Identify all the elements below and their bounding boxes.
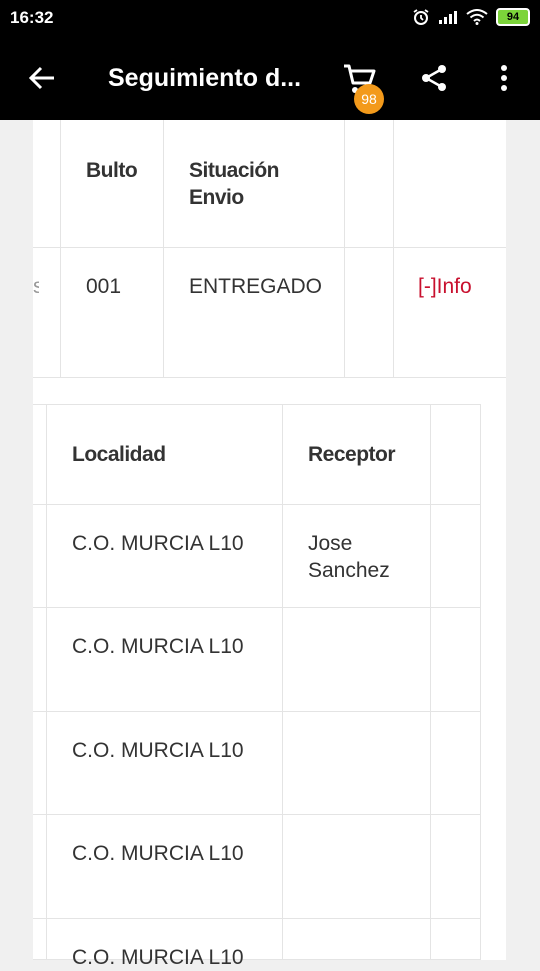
table-divider bbox=[282, 404, 283, 960]
table-divider bbox=[33, 918, 481, 919]
table-divider bbox=[393, 120, 394, 378]
cell-localidad: C.O. MURCIA L10 bbox=[72, 739, 244, 762]
page-title: Seguimiento d... bbox=[108, 64, 302, 92]
cell-situacion: ENTREGADO bbox=[189, 275, 323, 298]
status-icons: 94 bbox=[412, 8, 530, 26]
cell-localidad: C.O. MURCIA L10 bbox=[72, 635, 244, 658]
column-header-localidad: Localidad bbox=[72, 443, 166, 466]
column-header-situacion: Situación Envio bbox=[189, 159, 280, 209]
back-button[interactable] bbox=[22, 58, 62, 98]
table-divider bbox=[33, 247, 506, 248]
table-divider bbox=[430, 404, 431, 960]
alarm-icon bbox=[412, 8, 430, 26]
table-divider bbox=[163, 120, 164, 378]
table-divider bbox=[33, 607, 481, 608]
more-options-button[interactable] bbox=[484, 58, 524, 98]
table-divider bbox=[33, 377, 506, 378]
truncated-cell: s bbox=[33, 275, 39, 297]
signal-icon bbox=[438, 10, 458, 24]
table-divider bbox=[33, 504, 481, 505]
share-button[interactable] bbox=[414, 58, 454, 98]
cart-count-badge: 98 bbox=[354, 84, 384, 114]
cell-localidad: C.O. MURCIA L10 bbox=[72, 532, 244, 555]
cell-localidad: C.O. MURCIA L10 bbox=[72, 842, 244, 865]
share-icon bbox=[422, 65, 446, 91]
more-vert-icon bbox=[501, 65, 507, 91]
table-divider bbox=[33, 814, 481, 815]
status-bar: 16:32 94 bbox=[0, 0, 540, 36]
table-divider bbox=[344, 120, 345, 378]
table-divider bbox=[46, 404, 47, 960]
column-header-receptor: Receptor bbox=[308, 443, 396, 466]
app-bar: Seguimiento d... 98 bbox=[0, 36, 540, 120]
cell-bulto: 001 bbox=[86, 275, 122, 298]
column-header-bulto: Bulto bbox=[86, 159, 138, 182]
table-divider bbox=[60, 120, 61, 378]
wifi-icon bbox=[466, 9, 488, 25]
cell-receptor: Jose Sanchez bbox=[308, 532, 390, 582]
tracking-table bbox=[33, 404, 481, 960]
status-time: 16:32 bbox=[10, 8, 54, 27]
cell-localidad: C.O. MURCIA L10 bbox=[72, 946, 244, 969]
back-arrow-icon bbox=[28, 66, 54, 90]
table-divider bbox=[33, 711, 481, 712]
info-toggle-link[interactable]: [-]Info bbox=[418, 273, 472, 300]
battery-icon: 94 bbox=[496, 8, 530, 26]
